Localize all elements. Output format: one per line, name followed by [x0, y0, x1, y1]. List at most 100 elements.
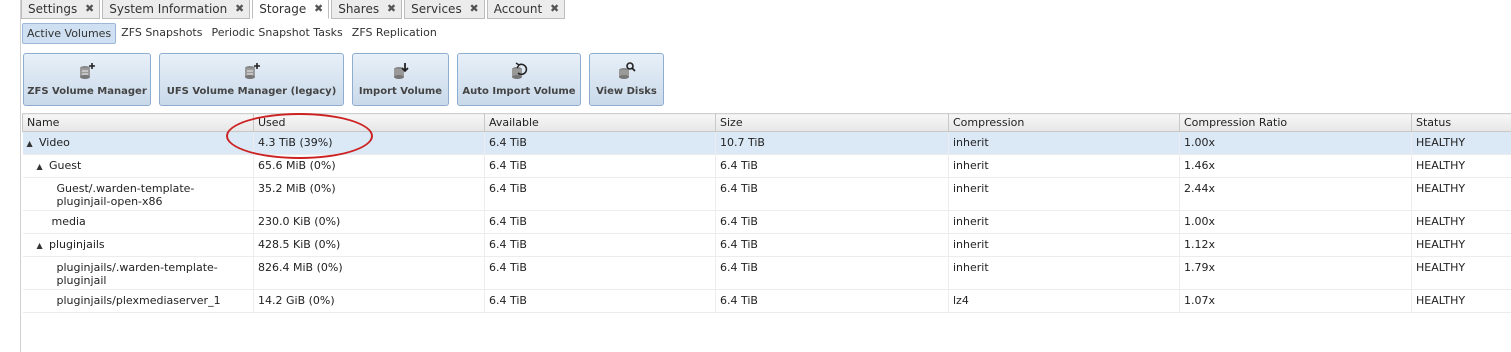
tab-label: System Information [109, 2, 228, 16]
table-header-row: Name Used Available Size Compression Com… [22, 113, 1511, 132]
volumes-table: Name Used Available Size Compression Com… [22, 113, 1511, 313]
column-header-name[interactable]: Name [22, 113, 254, 132]
main-tab-bar: Settings ✖ System Information ✖ Storage ✖ S… [21, 0, 567, 19]
expand-toggle-icon[interactable]: ▲ [37, 239, 46, 252]
row-available: 6.4 TiB [489, 182, 527, 195]
subtab-periodic-snapshot-tasks[interactable]: Periodic Snapshot Tasks [207, 23, 346, 44]
table-row[interactable]: pluginjails/.warden-template-pluginjail … [22, 256, 1511, 290]
left-rail [0, 0, 21, 352]
row-used: 65.6 MiB (0%) [258, 159, 336, 172]
row-available: 6.4 TiB [489, 238, 527, 251]
row-compression-ratio: 1.12x [1184, 238, 1216, 251]
column-header-size[interactable]: Size [715, 113, 949, 132]
button-label: Auto Import Volume [462, 86, 576, 97]
column-header-used[interactable]: Used [253, 113, 485, 132]
tab-storage[interactable]: Storage ✖ [252, 0, 330, 19]
tab-label: Shares [338, 2, 380, 16]
column-header-available[interactable]: Available [484, 113, 716, 132]
row-compression: inherit [953, 182, 989, 195]
expand-toggle-icon[interactable]: ▲ [37, 160, 46, 173]
button-label: View Disks [596, 86, 657, 97]
subtab-zfs-snapshots[interactable]: ZFS Snapshots [117, 23, 206, 44]
row-name-line-1: Guest/.warden-template- [56, 182, 195, 195]
column-header-status[interactable]: Status [1411, 113, 1511, 132]
row-available: 6.4 TiB [489, 294, 527, 307]
row-size: 6.4 TiB [720, 261, 758, 274]
table-row[interactable]: ▲ Guest 65.6 MiB (0%) 6.4 TiB 6.4 TiB in… [22, 154, 1511, 178]
import-volume-button[interactable]: Import Volume [352, 53, 449, 106]
row-compression-ratio: 1.46x [1184, 159, 1216, 172]
row-status: HEALTHY [1416, 136, 1466, 149]
subtab-zfs-replication[interactable]: ZFS Replication [348, 23, 441, 44]
ufs-volume-manager-button[interactable]: UFS Volume Manager (legacy) [159, 53, 344, 106]
disk-search-icon [618, 62, 636, 79]
row-used: 826.4 MiB (0%) [258, 261, 343, 274]
row-size: 6.4 TiB [720, 294, 758, 307]
button-label: Import Volume [358, 86, 443, 97]
row-size: 6.4 TiB [720, 182, 758, 195]
row-status: HEALTHY [1416, 261, 1466, 274]
subtab-active-volumes[interactable]: Active Volumes [22, 23, 117, 44]
database-add-icon [244, 63, 260, 79]
close-icon[interactable]: ✖ [85, 0, 94, 18]
close-icon[interactable]: ✖ [550, 0, 559, 18]
row-name: pluginjails/.warden-template-pluginjail [57, 257, 250, 287]
volumes-grid: Name Used Available Size Compression Com… [22, 113, 1511, 313]
row-name: pluginjails [49, 238, 105, 251]
row-used: 230.0 KiB (0%) [258, 215, 341, 228]
row-used: 14.2 GiB (0%) [258, 294, 335, 307]
row-available: 6.4 TiB [489, 261, 527, 274]
row-size: 6.4 TiB [720, 215, 758, 228]
close-icon[interactable]: ✖ [469, 0, 478, 18]
volume-toolbar: ZFS Volume Manager UFS Volume Manager (l… [23, 53, 672, 107]
row-compression: inherit [953, 261, 989, 274]
row-name-line-2: pluginjail-open-x86 [56, 195, 163, 208]
table-row[interactable]: ▲ Video 4.3 TiB (39%) 6.4 TiB 10.7 TiB i… [22, 131, 1511, 155]
tab-label: Storage [259, 2, 307, 16]
button-label: ZFS Volume Manager [27, 86, 147, 97]
tab-shares[interactable]: Shares ✖ [331, 0, 403, 19]
view-disks-button[interactable]: View Disks [589, 53, 664, 106]
row-compression: inherit [953, 159, 989, 172]
table-row[interactable]: ▲ pluginjails 428.5 KiB (0%) 6.4 TiB 6.4… [22, 233, 1511, 257]
table-row[interactable]: media 230.0 KiB (0%) 6.4 TiB 6.4 TiB inh… [22, 210, 1511, 234]
database-add-icon [80, 63, 95, 79]
button-label: UFS Volume Manager (legacy) [166, 86, 337, 97]
zfs-volume-manager-button[interactable]: ZFS Volume Manager [23, 53, 151, 106]
close-icon[interactable]: ✖ [235, 0, 244, 18]
tab-settings[interactable]: Settings ✖ [21, 0, 101, 19]
tab-services[interactable]: Services ✖ [404, 0, 485, 19]
row-compression-ratio: 1.79x [1184, 261, 1216, 274]
row-status: HEALTHY [1416, 238, 1466, 251]
row-status: HEALTHY [1416, 215, 1466, 228]
close-icon[interactable]: ✖ [314, 0, 323, 18]
column-header-compression-ratio[interactable]: Compression Ratio [1179, 113, 1412, 132]
auto-import-volume-button[interactable]: Auto Import Volume [457, 53, 581, 106]
row-name: Video [39, 136, 70, 149]
row-name-line-1: pluginjails/.warden-template- [56, 261, 218, 274]
row-used: 428.5 KiB (0%) [258, 238, 341, 251]
row-compression-ratio: 1.00x [1184, 136, 1216, 149]
expand-toggle-icon[interactable]: ▲ [27, 137, 36, 150]
row-name: Guest/.warden-template-pluginjail-open-x… [57, 178, 250, 208]
row-compression-ratio: 2.44x [1184, 182, 1216, 195]
tab-system-information[interactable]: System Information ✖ [102, 0, 251, 19]
row-status: HEALTHY [1416, 182, 1466, 195]
row-used: 35.2 MiB (0%) [258, 182, 336, 195]
row-status: HEALTHY [1416, 159, 1466, 172]
row-available: 6.4 TiB [489, 136, 527, 149]
table-row[interactable]: pluginjails/plexmediaserver_1 14.2 GiB (… [22, 289, 1511, 313]
row-size: 6.4 TiB [720, 159, 758, 172]
table-row[interactable]: Guest/.warden-template-pluginjail-open-x… [22, 177, 1511, 211]
tab-account[interactable]: Account ✖ [486, 0, 566, 19]
row-size: 10.7 TiB [720, 136, 765, 149]
row-name-line-2: pluginjail [56, 274, 107, 287]
row-compression: inherit [953, 136, 989, 149]
column-header-compression[interactable]: Compression [948, 113, 1180, 132]
row-name: media [51, 215, 86, 228]
storage-subtabs: Active Volumes ZFS Snapshots Periodic Sn… [22, 23, 442, 44]
close-icon[interactable]: ✖ [387, 0, 396, 18]
row-size: 6.4 TiB [720, 238, 758, 251]
database-import-icon [393, 63, 409, 79]
row-name: pluginjails/plexmediaserver_1 [56, 294, 221, 307]
